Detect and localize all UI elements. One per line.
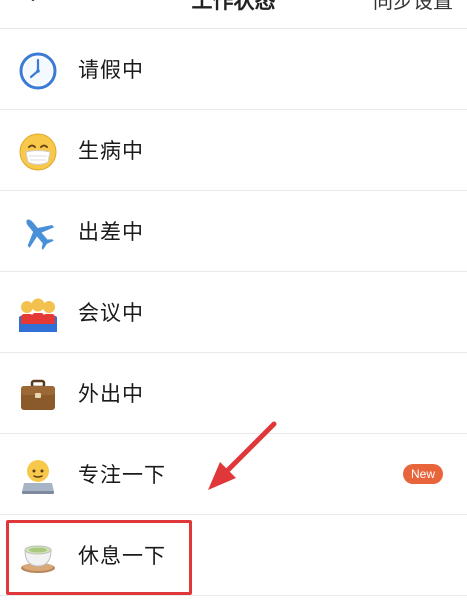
- status-label: 休息一下: [78, 544, 166, 568]
- status-item-focus[interactable]: 专注一下 New: [0, 434, 467, 515]
- status-label: 请假中: [78, 58, 144, 82]
- mask-face-icon: [19, 133, 57, 171]
- status-label: 生病中: [78, 139, 144, 163]
- status-item-break[interactable]: 休息一下: [0, 515, 467, 596]
- new-badge: New: [402, 464, 443, 484]
- status-label: 出差中: [78, 220, 144, 244]
- status-item-leave[interactable]: 请假中: [0, 29, 467, 110]
- status-item-meeting[interactable]: 会议中: [0, 272, 467, 353]
- status-label: 外出中: [78, 382, 144, 406]
- top-bar: 工作状态 同步设置: [0, 0, 467, 29]
- status-label: 会议中: [78, 301, 144, 325]
- status-item-business-trip[interactable]: 出差中: [0, 191, 467, 272]
- clock-icon: [19, 52, 57, 90]
- meeting-people-icon: [19, 298, 57, 332]
- person-laptop-icon: [22, 460, 54, 494]
- sync-settings-button[interactable]: 同步设置: [373, 0, 453, 14]
- briefcase-icon: [21, 379, 55, 410]
- tea-cup-icon: [21, 545, 55, 573]
- status-label: 专注一下: [78, 463, 166, 487]
- status-item-sick[interactable]: 生病中: [0, 110, 467, 191]
- airplane-icon: [26, 219, 55, 250]
- status-list: 请假中 生病中 出差中 会议中 外出中 专注一下 New 休息一下: [0, 29, 467, 596]
- status-item-out[interactable]: 外出中: [0, 353, 467, 434]
